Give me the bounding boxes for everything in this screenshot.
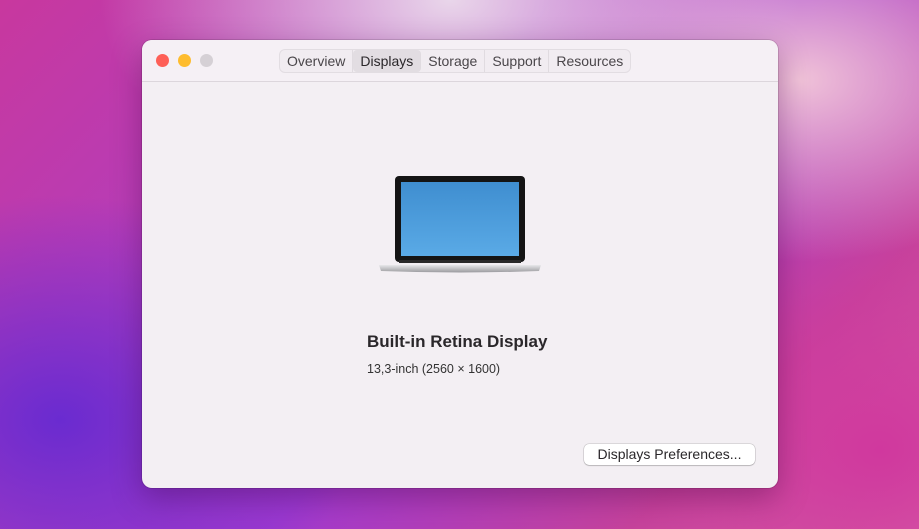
system-info-window: Overview Displays Storage Support Resour… xyxy=(142,40,778,488)
tab-resources[interactable]: Resources xyxy=(549,50,630,72)
tab-support[interactable]: Support xyxy=(485,50,550,72)
display-name: Built-in Retina Display xyxy=(367,332,548,351)
zoom-button[interactable] xyxy=(200,54,213,67)
minimize-button[interactable] xyxy=(178,54,191,67)
display-spec: 13,3-inch (2560 × 1600) xyxy=(367,362,501,376)
tab-storage[interactable]: Storage xyxy=(421,50,486,72)
laptop-icon xyxy=(379,176,541,273)
displays-preferences-button[interactable]: Displays Preferences... xyxy=(584,444,755,465)
close-button[interactable] xyxy=(156,54,169,67)
title-bar: Overview Displays Storage Support Resour… xyxy=(142,40,778,82)
tab-overview[interactable]: Overview xyxy=(280,50,354,72)
tab-displays[interactable]: Displays xyxy=(353,50,422,72)
tab-bar: Overview Displays Storage Support Resour… xyxy=(279,49,632,73)
